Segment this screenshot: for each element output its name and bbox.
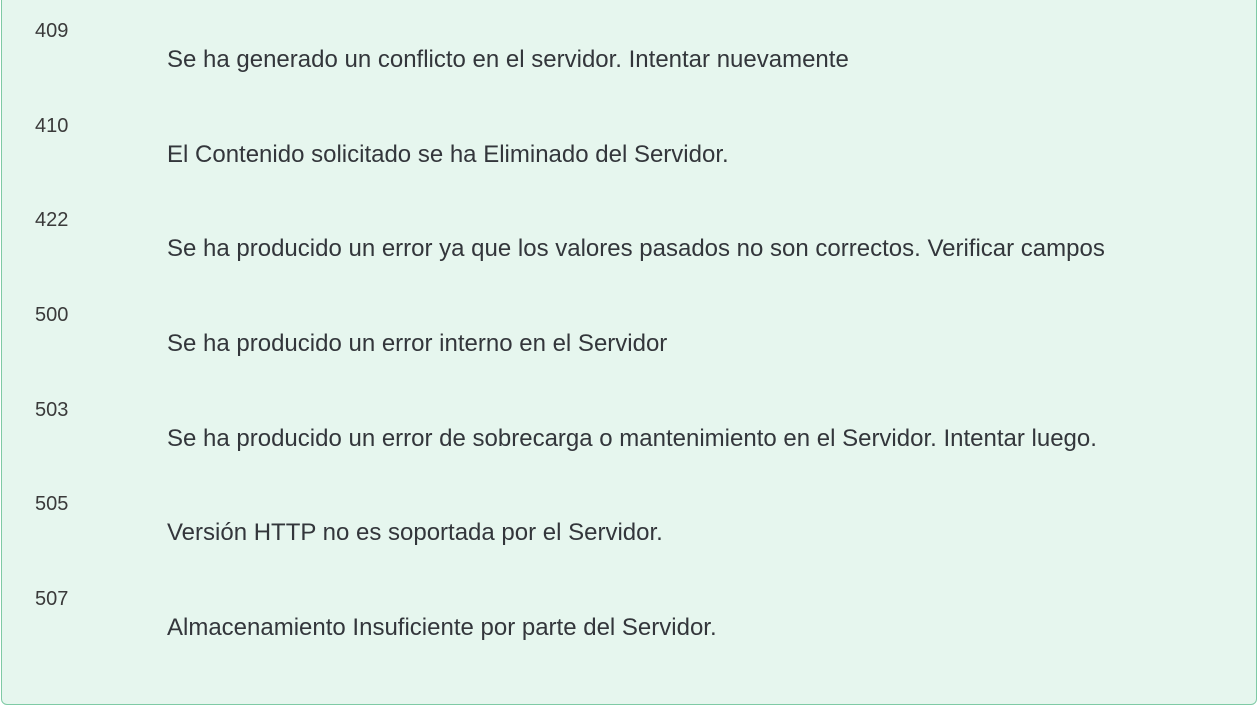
error-entry-503: 503 Se ha producido un error de sobrecar… xyxy=(2,398,1256,493)
error-entry-505: 505 Versión HTTP no es soportada por el … xyxy=(2,492,1256,587)
error-entry-422: 422 Se ha producido un error ya que los … xyxy=(2,208,1256,303)
error-code: 410 xyxy=(35,114,69,137)
error-description: Se ha producido un error ya que los valo… xyxy=(167,235,1105,263)
error-entry-410: 410 El Contenido solicitado se ha Elimin… xyxy=(2,114,1256,209)
error-description: Se ha producido un error de sobrecarga o… xyxy=(167,424,1097,452)
error-entry-409: 409 Se ha generado un conflicto en el se… xyxy=(2,19,1256,114)
error-code: 409 xyxy=(35,20,69,42)
error-code: 507 xyxy=(35,588,69,611)
error-codes-panel: 409 Se ha generado un conflicto en el se… xyxy=(1,0,1257,705)
error-description: Versión HTTP no es soportada por el Serv… xyxy=(167,519,663,547)
error-entry-507: 507 Almacenamiento Insuficiente por part… xyxy=(2,587,1256,682)
error-code: 505 xyxy=(35,493,69,516)
error-code: 503 xyxy=(35,398,69,421)
error-description: Se ha producido un error interno en el S… xyxy=(167,330,668,358)
error-codes-list: 409 Se ha generado un conflicto en el se… xyxy=(2,19,1256,682)
error-description: El Contenido solicitado se ha Eliminado … xyxy=(167,140,729,168)
error-description: Se ha generado un conflicto en el servid… xyxy=(167,46,849,73)
error-code: 500 xyxy=(35,304,69,327)
error-code: 422 xyxy=(35,209,69,232)
error-description: Almacenamiento Insuficiente por parte de… xyxy=(167,614,717,642)
error-entry-500: 500 Se ha producido un error interno en … xyxy=(2,303,1256,398)
